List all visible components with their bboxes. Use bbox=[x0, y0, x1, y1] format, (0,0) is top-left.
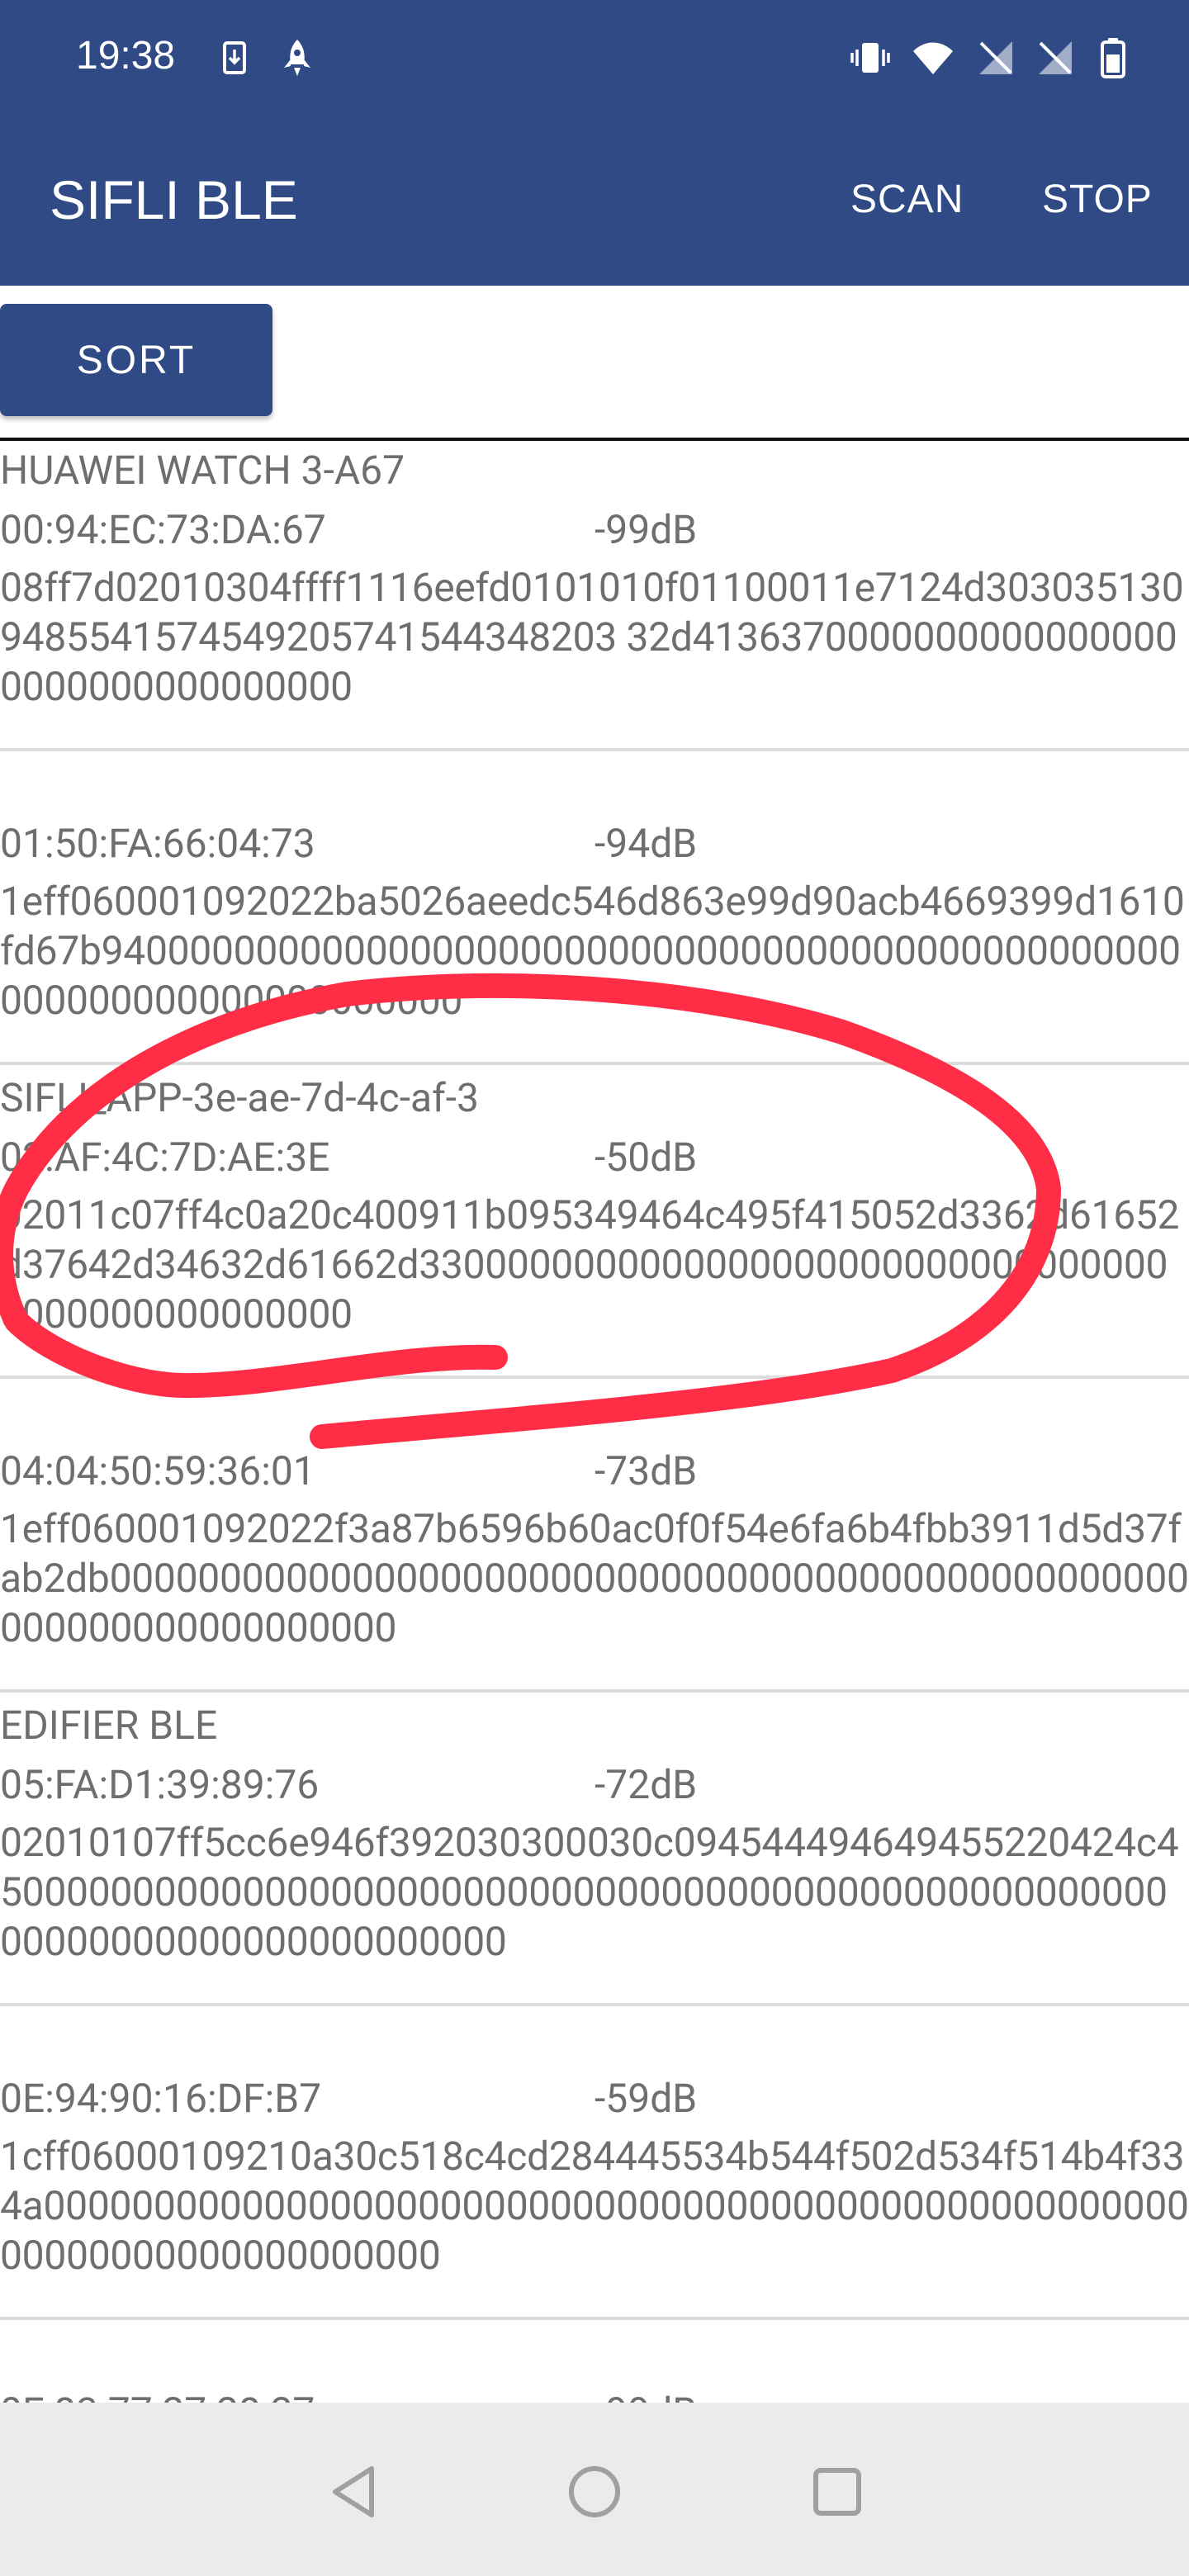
vibrate-icon bbox=[850, 43, 890, 73]
device-data: 02010107ff5cc6e946f392030300030c09454449… bbox=[0, 1819, 1179, 1965]
device-rssi: -99dB bbox=[594, 2386, 697, 2403]
device-rssi: -73dB bbox=[594, 1447, 698, 1494]
device-mac: 0E:94:90:16:DF:B7 bbox=[0, 2075, 322, 2122]
navigation-bar bbox=[0, 2403, 1189, 2576]
device-rssi: -99dB bbox=[594, 506, 698, 553]
device-mac: 05:FA:D1:39:89:76 bbox=[0, 1761, 320, 1808]
device-rssi: -50dB bbox=[594, 1134, 698, 1181]
wifi-icon bbox=[913, 42, 953, 74]
list-item[interactable]: EDIFIER BLE 05:FA:D1:39:89:76 -72dB 0201… bbox=[0, 1696, 1189, 2006]
device-mac: 00:94:EC:73:DA:67 bbox=[0, 506, 326, 553]
device-data: 08ff7d02010304ffff1116eefd0101010f011000… bbox=[0, 564, 1184, 710]
stop-button[interactable]: STOP bbox=[1042, 173, 1153, 226]
device-rssi: -94dB bbox=[594, 820, 698, 867]
status-bar: 19:38 bbox=[0, 0, 1189, 116]
list-item[interactable]: 04:04:50:59:36:01 -73dB 1eff060001092022… bbox=[0, 1382, 1189, 1693]
rocket-icon bbox=[284, 40, 310, 76]
no-signal-icon bbox=[979, 41, 1012, 74]
device-mac: 0F:83:77:27:28:27 bbox=[0, 2386, 315, 2403]
list-item[interactable]: SIFLI_APP-3e-ae-7d-4c-af-3 02:AF:4C:7D:A… bbox=[0, 1068, 1189, 1379]
device-list[interactable]: HUAWEI WATCH 3-A67 00:94:EC:73:DA:67 -99… bbox=[0, 441, 1189, 2403]
list-item[interactable]: 01:50:FA:66:04:73 -94dB 1eff060001092022… bbox=[0, 755, 1189, 1065]
recents-square-icon[interactable] bbox=[804, 2459, 870, 2525]
app-bar: SIFLI BLE SCAN STOP bbox=[0, 116, 1189, 286]
device-name: SIFLI_APP-3e-ae-7d-4c-af-3 bbox=[0, 1074, 480, 1121]
device-name: EDIFIER BLE bbox=[0, 1702, 218, 1749]
list-item[interactable]: HUAWEI WATCH 3-A67 00:94:EC:73:DA:67 -99… bbox=[0, 441, 1189, 751]
sort-button[interactable]: SORT bbox=[0, 304, 272, 416]
device-rssi: -59dB bbox=[594, 2075, 698, 2122]
list-item[interactable]: 0F:83:77:27:28:27 -99dB bbox=[0, 2323, 1189, 2403]
home-circle-icon[interactable] bbox=[561, 2459, 628, 2525]
device-name: HUAWEI WATCH 3-A67 bbox=[0, 447, 405, 494]
device-data: 1eff060001092022ba5026aeedc546d863e99d90… bbox=[0, 878, 1185, 1024]
no-signal-icon bbox=[1039, 41, 1072, 74]
scan-button[interactable]: SCAN bbox=[850, 173, 964, 226]
device-data: 1cff06000109210a30c518c4cd284445534b544f… bbox=[0, 2133, 1189, 2279]
device-mac: 04:04:50:59:36:01 bbox=[0, 1447, 315, 1494]
download-notification-icon bbox=[223, 41, 246, 74]
device-mac: 01:50:FA:66:04:73 bbox=[0, 820, 315, 867]
battery-icon bbox=[1101, 38, 1125, 78]
list-item[interactable]: 0E:94:90:16:DF:B7 -59dB 1cff06000109210a… bbox=[0, 2010, 1189, 2320]
device-mac: 02:AF:4C:7D:AE:3E bbox=[0, 1134, 330, 1181]
device-rssi: -72dB bbox=[594, 1761, 698, 1808]
app-title: SIFLI BLE bbox=[50, 169, 298, 230]
device-data: 1eff060001092022f3a87b6596b60ac0f0f54e6f… bbox=[0, 1505, 1189, 1651]
status-time: 19:38 bbox=[76, 34, 176, 78]
device-data: 02011c07ff4c0a20c400911b095349464c495f41… bbox=[0, 1191, 1180, 1338]
back-triangle-icon[interactable] bbox=[320, 2459, 386, 2525]
